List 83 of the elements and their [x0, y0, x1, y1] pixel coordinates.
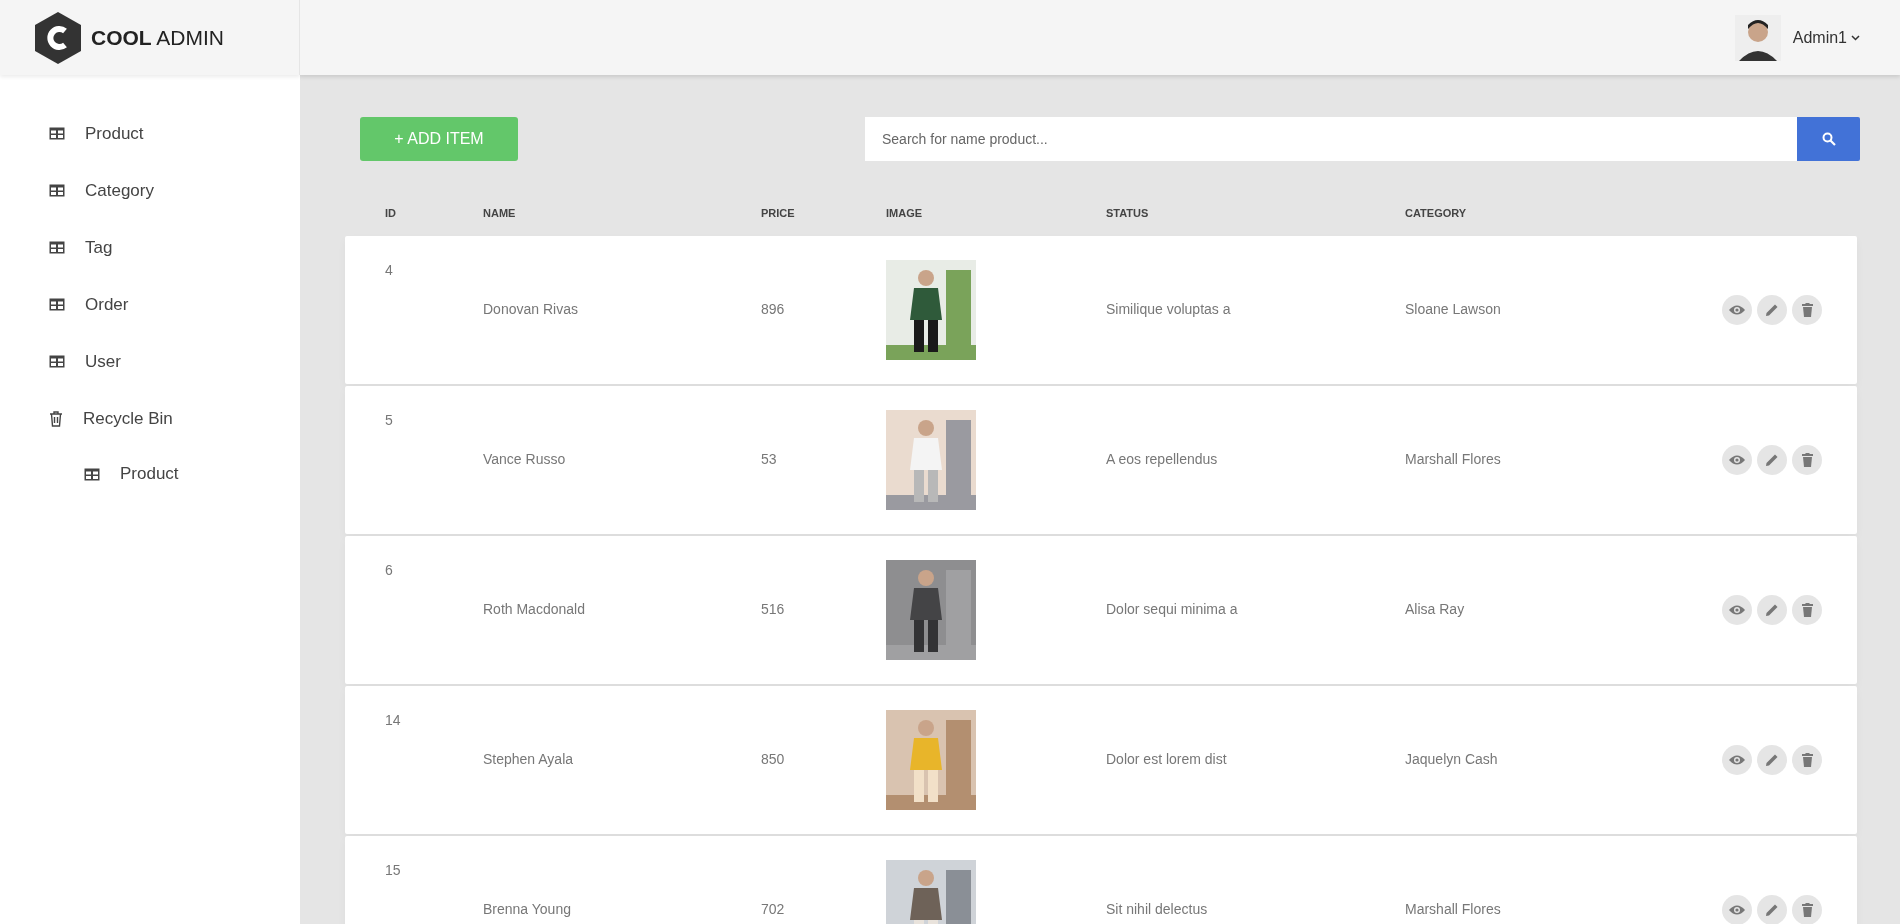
delete-button[interactable]	[1792, 444, 1822, 475]
view-button[interactable]	[1722, 594, 1752, 625]
view-button[interactable]	[1722, 294, 1752, 325]
eye-icon	[1728, 753, 1746, 766]
logo-text: COOL ADMIN	[91, 24, 224, 51]
column-header: CATEGORY	[1405, 207, 1467, 219]
table-cell: 4	[385, 261, 393, 278]
column-header: PRICE	[761, 207, 795, 219]
sidebar-item[interactable]: Category	[0, 162, 300, 219]
search-button[interactable]	[1797, 117, 1860, 161]
table-cell: Marshall Flores	[1405, 901, 1501, 917]
logo-icon	[35, 11, 81, 64]
edit-button[interactable]	[1757, 444, 1787, 475]
column-header: NAME	[483, 207, 516, 219]
delete-button[interactable]	[1792, 894, 1822, 924]
table-cell: 53	[761, 451, 777, 467]
table-cell: 850	[761, 751, 785, 767]
edit-button[interactable]	[1757, 294, 1787, 325]
table-cell: Similique voluptas a	[1106, 301, 1231, 317]
sidebar-item[interactable]: User	[0, 333, 300, 390]
table-cell: 516	[761, 601, 785, 617]
table-cell: Dolor est lorem dist	[1106, 751, 1227, 767]
table-cell: Alisa Ray	[1405, 601, 1465, 617]
table-icon	[49, 355, 65, 368]
eye-icon	[1728, 903, 1746, 916]
pencil-icon	[1765, 602, 1779, 617]
table-icon	[49, 127, 65, 140]
trash-icon	[1801, 752, 1813, 767]
trash-icon	[1801, 902, 1813, 917]
view-button[interactable]	[1722, 444, 1752, 475]
caret-icon	[1851, 34, 1860, 41]
table-cell: Vance Russo	[483, 451, 566, 467]
trash-icon	[1801, 302, 1813, 317]
table-cell: 14	[385, 711, 401, 728]
sidebar-item[interactable]: Order	[0, 276, 300, 333]
table-cell: Marshall Flores	[1405, 451, 1501, 467]
sidebar-item[interactable]: Product	[0, 447, 300, 501]
eye-icon	[1728, 453, 1746, 466]
table-cell: A eos repellendus	[1106, 451, 1218, 467]
delete-button[interactable]	[1792, 594, 1822, 625]
trash-icon	[49, 410, 63, 427]
table-cell: 5	[385, 411, 393, 428]
table-cell: 896	[761, 301, 785, 317]
table-cell: 15	[385, 861, 401, 878]
table-icon	[49, 184, 65, 197]
edit-button[interactable]	[1757, 894, 1787, 924]
trash-icon	[1801, 602, 1813, 617]
table-icon	[84, 467, 100, 481]
pencil-icon	[1765, 302, 1779, 317]
table-cell: Brenna Young	[483, 901, 571, 917]
table-icon	[49, 241, 65, 254]
table-cell: 702	[761, 901, 785, 917]
view-button[interactable]	[1722, 744, 1752, 775]
sidebar-item[interactable]: Product	[0, 105, 300, 162]
pencil-icon	[1765, 452, 1779, 467]
table-cell: Donovan Rivas	[483, 301, 578, 317]
eye-icon	[1728, 303, 1746, 316]
search-icon	[1821, 132, 1836, 146]
pencil-icon	[1765, 752, 1779, 767]
avatar[interactable]	[1734, 14, 1781, 61]
column-header: STATUS	[1106, 207, 1149, 219]
table-cell: 6	[385, 561, 393, 578]
search-field[interactable]: Search for name product...	[865, 117, 1797, 161]
column-header: IMAGE	[886, 207, 923, 219]
delete-button[interactable]	[1792, 294, 1822, 325]
table-cell: Roth Macdonald	[483, 601, 585, 617]
table-cell: Stephen Ayala	[483, 751, 574, 767]
table-cell: Sloane Lawson	[1405, 301, 1501, 317]
edit-button[interactable]	[1757, 744, 1787, 775]
trash-icon	[1801, 452, 1813, 467]
delete-button[interactable]	[1792, 744, 1822, 775]
column-header: ID	[385, 207, 396, 219]
pencil-icon	[1765, 902, 1779, 917]
table-icon	[49, 298, 65, 311]
view-button[interactable]	[1722, 894, 1752, 924]
sidebar-item[interactable]: Recycle Bin	[0, 390, 300, 447]
table-cell: Jaquelyn Cash	[1405, 751, 1498, 767]
table-cell: Sit nihil delectus	[1106, 901, 1208, 917]
table-cell: Dolor sequi minima a	[1106, 601, 1238, 617]
sidebar-item[interactable]: Tag	[0, 219, 300, 276]
edit-button[interactable]	[1757, 594, 1787, 625]
eye-icon	[1728, 603, 1746, 616]
user-menu[interactable]: Admin1	[1792, 25, 1860, 50]
